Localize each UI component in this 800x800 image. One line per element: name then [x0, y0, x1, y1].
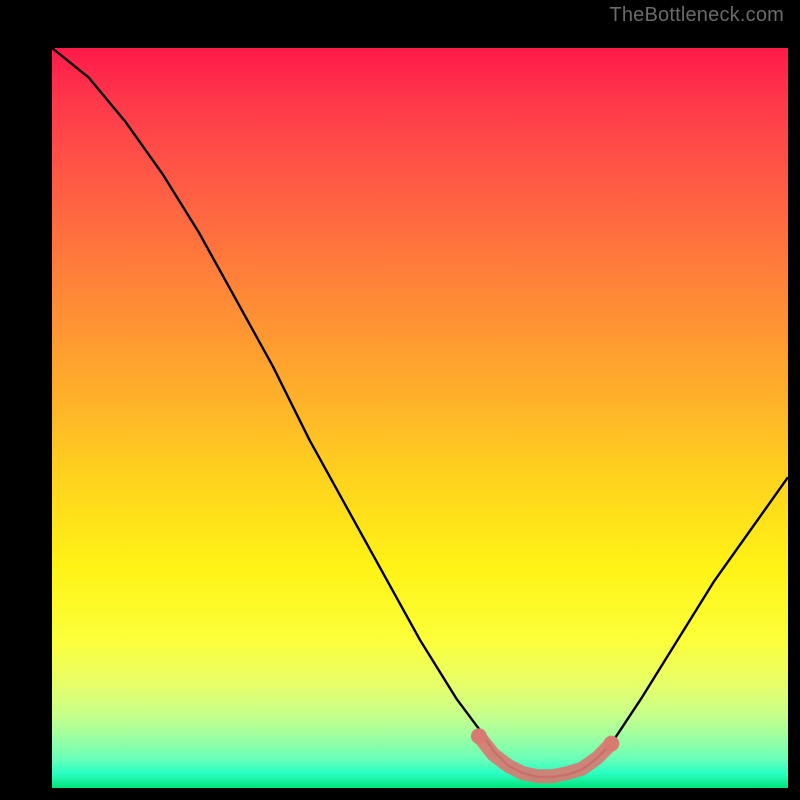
optimal-band-end-dot: [603, 736, 619, 752]
chart-frame: [18, 18, 782, 782]
optimal-band-end-dot: [471, 728, 487, 744]
curve-layer: [52, 48, 788, 777]
band-layer: [471, 728, 620, 776]
optimal-band: [479, 736, 612, 776]
watermark-text: TheBottleneck.com: [609, 4, 784, 27]
chart-svg: [52, 48, 788, 788]
bottleneck-curve: [52, 48, 788, 777]
plot-area: [52, 48, 788, 788]
